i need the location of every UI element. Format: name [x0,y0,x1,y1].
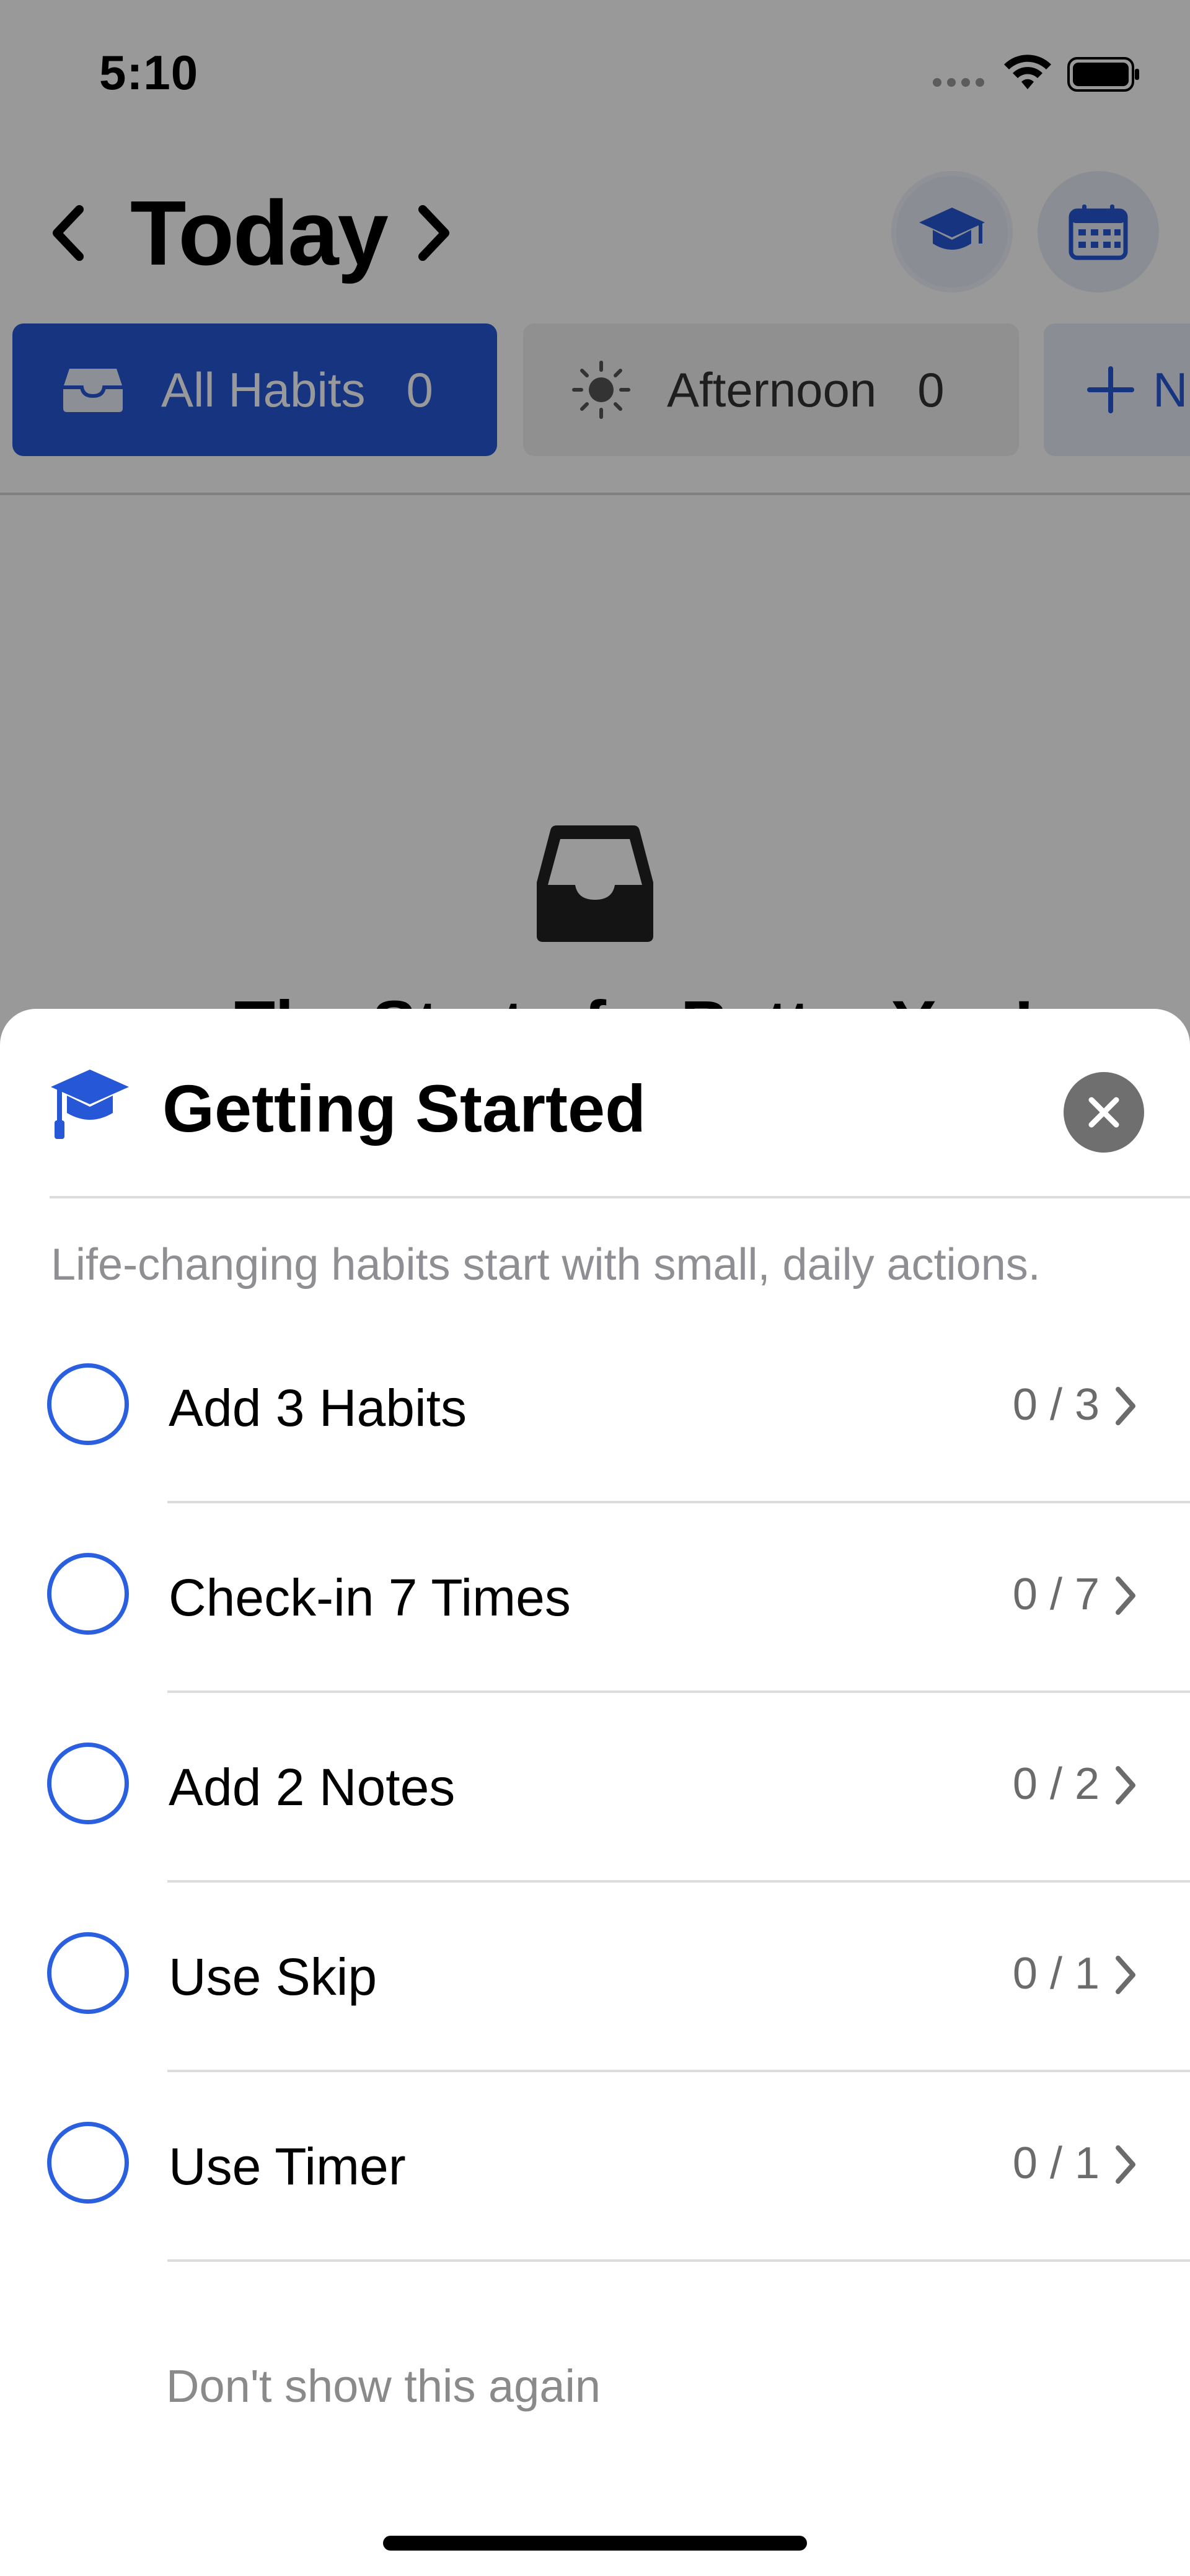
task-progress: 0 / 7 [1012,1570,1100,1619]
task-use-skip[interactable]: Use Skip 0 / 1 [0,1883,1190,2072]
task-progress: 0 / 2 [1012,1759,1100,1809]
task-check-in[interactable]: Check-in 7 Times 0 / 7 [0,1503,1190,1693]
task-label: Use Skip [169,1948,377,2006]
chevron-right-icon [1116,1576,1135,1615]
task-progress: 0 / 1 [1012,1949,1100,1998]
home-indicator[interactable] [383,2536,807,2551]
task-label: Add 2 Notes [169,1758,456,1816]
checkbox-circle-icon[interactable] [47,1363,129,1445]
task-label: Use Timer [169,2137,406,2196]
chevron-right-icon [1116,2145,1135,2184]
sheet-title: Getting Started [162,1071,646,1146]
close-button[interactable] [1064,1072,1144,1153]
checkbox-circle-icon[interactable] [47,1553,129,1635]
task-add-habits[interactable]: Add 3 Habits 0 / 3 [0,1314,1190,1503]
checkbox-circle-icon[interactable] [47,1743,129,1824]
task-label: Check-in 7 Times [169,1568,571,1627]
sheet-divider [50,1196,1190,1198]
task-use-timer[interactable]: Use Timer 0 / 1 [0,2072,1190,2262]
dont-show-again-button[interactable]: Don't show this again [166,2360,601,2412]
task-progress: 0 / 1 [1012,2139,1100,2188]
chevron-right-icon [1116,1387,1135,1425]
task-label: Add 3 Habits [169,1379,467,1437]
task-add-notes[interactable]: Add 2 Notes 0 / 2 [0,1693,1190,1883]
chevron-right-icon [1116,1766,1135,1805]
checkbox-circle-icon[interactable] [47,1932,129,2014]
row-divider [167,2259,1190,2262]
close-icon [1088,1097,1119,1128]
graduation-cap-icon [51,1070,129,1139]
sheet-subtitle: Life-changing habits start with small, d… [51,1240,1041,1290]
getting-started-sheet: Getting Started Life-changing habits sta… [0,1009,1190,2576]
checkbox-circle-icon[interactable] [47,2122,129,2204]
task-progress: 0 / 3 [1012,1380,1100,1430]
chevron-right-icon [1116,1956,1135,1994]
